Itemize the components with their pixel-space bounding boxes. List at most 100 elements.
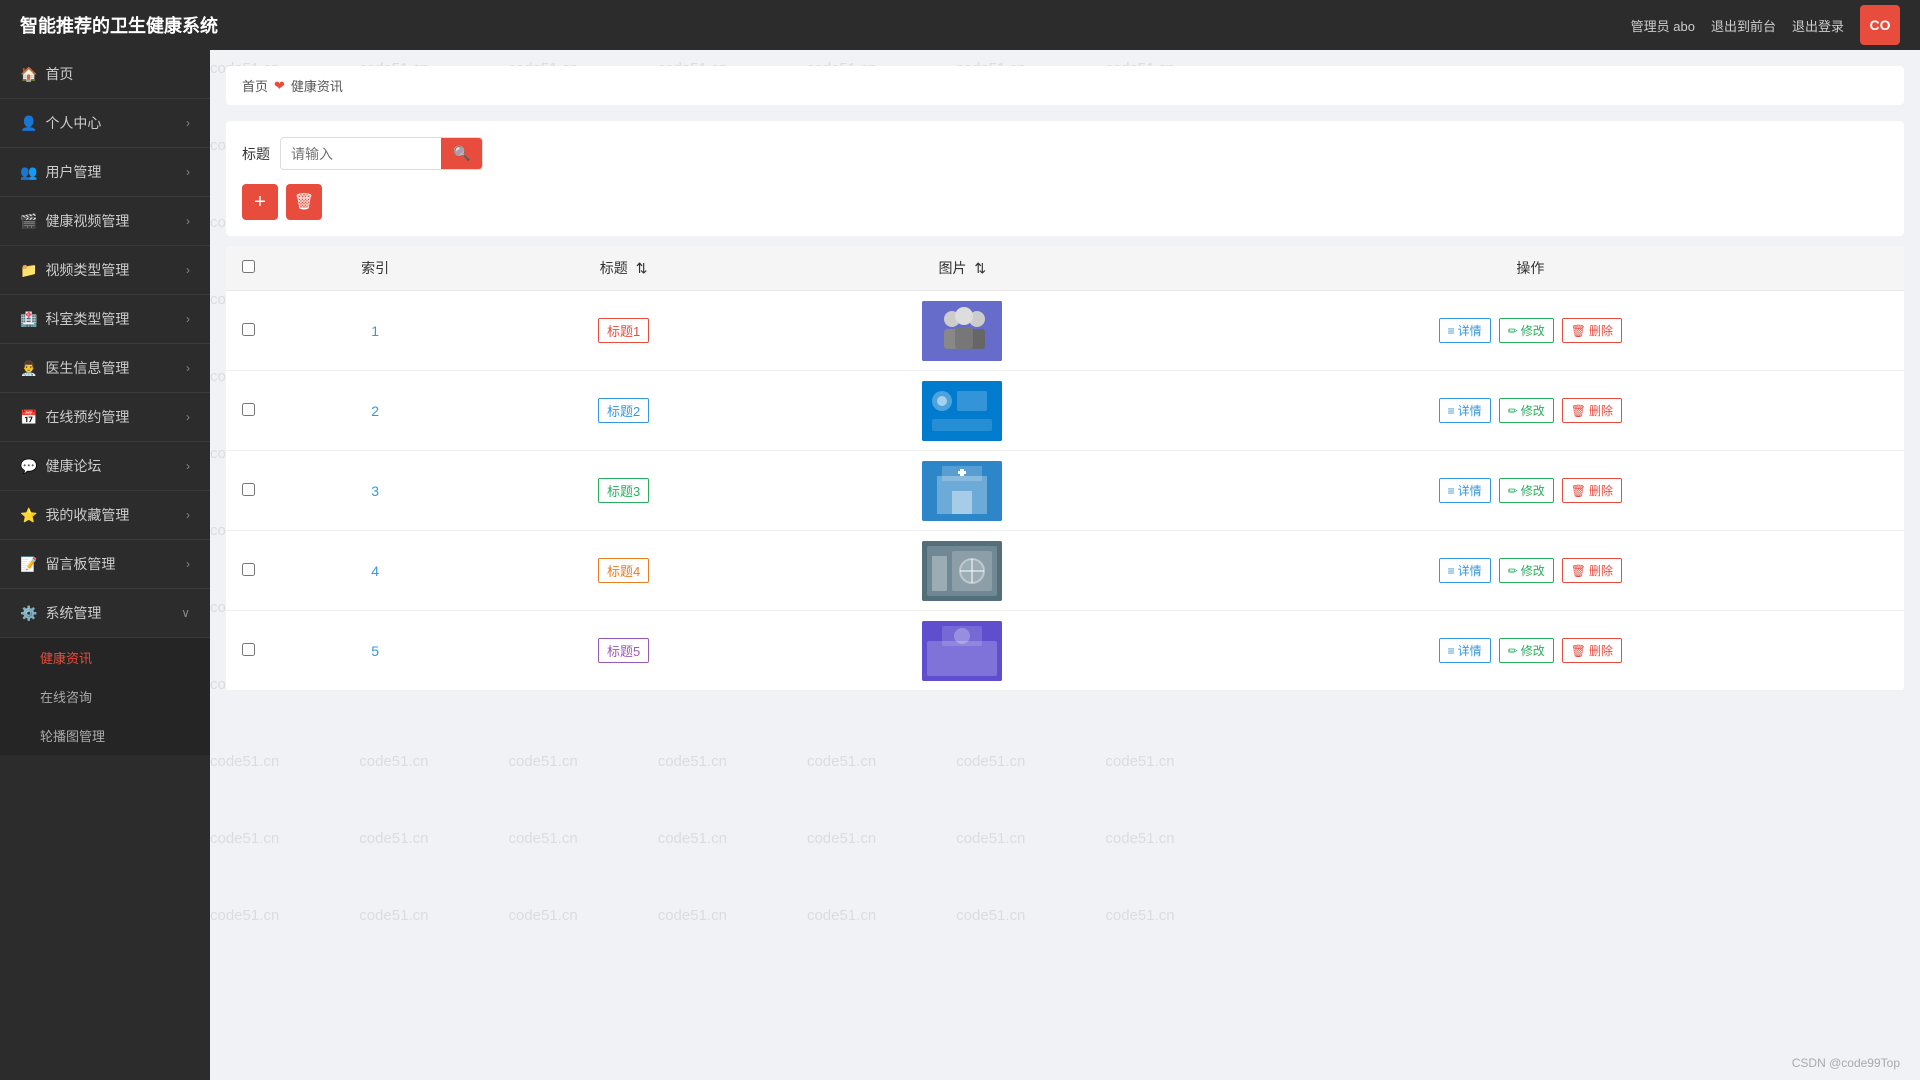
sidebar-item-label: 健康视频管理 [45,211,129,231]
row-image-cell [768,611,1157,691]
breadcrumb-home[interactable]: 首页 [242,76,268,95]
row-index: 5 [271,611,479,691]
search-button[interactable]: 🔍 [441,138,482,169]
chevron-right-icon: › [186,263,190,277]
edit-button[interactable]: ✏ 修改 [1499,398,1554,423]
sidebar-item-system-mgmt[interactable]: ⚙️ 系统管理 ∨ [0,589,210,638]
chevron-right-icon: › [186,165,190,179]
sidebar-item-personal[interactable]: 👤 个人中心 › [0,99,210,148]
table-row: 4 标题4 [226,531,1904,611]
row-image [922,381,1002,441]
edit-icon: ✏ [1508,644,1518,658]
detail-icon: ≡ [1448,644,1455,658]
breadcrumb-separator: ❤ [274,78,285,94]
chevron-right-icon: › [186,508,190,522]
row-title: 标题2 [479,371,768,451]
sub-item-label: 在线咨询 [40,690,92,705]
batch-delete-button[interactable]: 🗑 [286,184,322,220]
row-checkbox[interactable] [242,483,255,496]
row-checkbox[interactable] [242,323,255,336]
delete-icon: 🗑 [1571,484,1586,498]
sidebar-item-health-forum[interactable]: 💬 健康论坛 › [0,442,210,491]
footer-watermark: CSDN @code99Top [1792,1056,1900,1070]
search-action-panel: 标题 🔍 + 🗑 [226,121,1904,236]
delete-button[interactable]: 🗑 删除 [1562,558,1622,583]
row-title: 标题3 [479,451,768,531]
row-checkbox[interactable] [242,643,255,656]
sidebar-item-label: 医生信息管理 [45,358,129,378]
edit-button[interactable]: ✏ 修改 [1499,638,1554,663]
table-row: 1 标题1 [226,291,1904,371]
edit-button[interactable]: ✏ 修改 [1499,478,1554,503]
delete-button[interactable]: 🗑 删除 [1562,398,1622,423]
sidebar-item-user-mgmt[interactable]: 👥 用户管理 › [0,148,210,197]
sidebar-item-video-type[interactable]: 📁 视频类型管理 › [0,246,210,295]
row-image-cell [768,531,1157,611]
sidebar-item-my-favorites[interactable]: ⭐ 我的收藏管理 › [0,491,210,540]
sort-icon: ⇅ [636,260,648,276]
hospital-icon: 🏥 [20,311,37,328]
detail-button[interactable]: ≡ 详情 [1439,478,1491,503]
detail-icon: ≡ [1448,324,1455,338]
row-image [922,541,1002,601]
detail-button[interactable]: ≡ 详情 [1439,398,1491,423]
sidebar-item-dept-type[interactable]: 🏥 科室类型管理 › [0,295,210,344]
row-title: 标题4 [479,531,768,611]
logout-button[interactable]: 退出登录 [1792,16,1844,35]
sidebar-item-label: 在线预约管理 [45,407,129,427]
row-image-cell [768,291,1157,371]
sidebar-item-online-appt[interactable]: 📅 在线预约管理 › [0,393,210,442]
sort-icon: ⇅ [974,260,986,276]
delete-button[interactable]: 🗑 删除 [1562,318,1622,343]
sidebar-item-label: 留言板管理 [45,554,115,574]
sub-item-label: 轮播图管理 [40,729,105,744]
add-button[interactable]: + [242,184,278,220]
row-tag: 标题1 [598,318,649,343]
sidebar-item-label: 科室类型管理 [45,309,129,329]
chevron-right-icon: › [186,459,190,473]
sidebar-item-doctor-info[interactable]: 👨‍⚕️ 医生信息管理 › [0,344,210,393]
sidebar-sub-item-online-consult[interactable]: 在线咨询 [0,677,210,716]
action-buttons-row: + 🗑 [242,184,1888,220]
sub-item-label: 健康资讯 [40,651,92,666]
delete-icon: 🗑 [1571,324,1586,338]
row-tag: 标题4 [598,558,649,583]
select-all-checkbox[interactable] [242,260,255,273]
favorites-icon: ⭐ [20,507,37,524]
home-icon: 🏠 [20,66,37,83]
row-checkbox[interactable] [242,403,255,416]
detail-button[interactable]: ≡ 详情 [1439,638,1491,663]
row-index: 1 [271,291,479,371]
sidebar-sub-item-carousel[interactable]: 轮播图管理 [0,716,210,755]
sidebar-item-label: 视频类型管理 [45,260,129,280]
trash-icon: 🗑 [294,192,314,212]
data-table: 索引 标题 ⇅ 图片 ⇅ 操作 [226,246,1904,691]
sidebar-item-label: 系统管理 [45,603,101,623]
search-input[interactable] [281,140,441,168]
detail-button[interactable]: ≡ 详情 [1439,318,1491,343]
detail-icon: ≡ [1448,484,1455,498]
sidebar-item-health-video[interactable]: 🎬 健康视频管理 › [0,197,210,246]
sidebar-sub-item-health-news[interactable]: 健康资讯 [0,638,210,677]
delete-button[interactable]: 🗑 删除 [1562,638,1622,663]
chevron-right-icon: › [186,410,190,424]
edit-icon: ✏ [1508,404,1518,418]
row-index: 4 [271,531,479,611]
row-checkbox[interactable] [242,563,255,576]
back-to-frontend-button[interactable]: 退出到前台 [1711,16,1776,35]
detail-button[interactable]: ≡ 详情 [1439,558,1491,583]
row-tag: 标题2 [598,398,649,423]
delete-icon: 🗑 [1571,644,1586,658]
sidebar: 🏠 首页 👤 个人中心 › 👥 用户管理 › 🎬 健康视频管理 [0,50,210,1080]
row-title: 标题5 [479,611,768,691]
row-checkbox-cell [226,291,271,371]
header-actions: 管理员 abo 退出到前台 退出登录 CO [1631,5,1900,45]
sidebar-item-home[interactable]: 🏠 首页 [0,50,210,99]
sidebar-item-guestbook[interactable]: 📝 留言板管理 › [0,540,210,589]
chevron-right-icon: › [186,557,190,571]
delete-button[interactable]: 🗑 删除 [1562,478,1622,503]
row-title: 标题1 [479,291,768,371]
edit-button[interactable]: ✏ 修改 [1499,558,1554,583]
users-icon: 👥 [20,164,37,181]
edit-button[interactable]: ✏ 修改 [1499,318,1554,343]
